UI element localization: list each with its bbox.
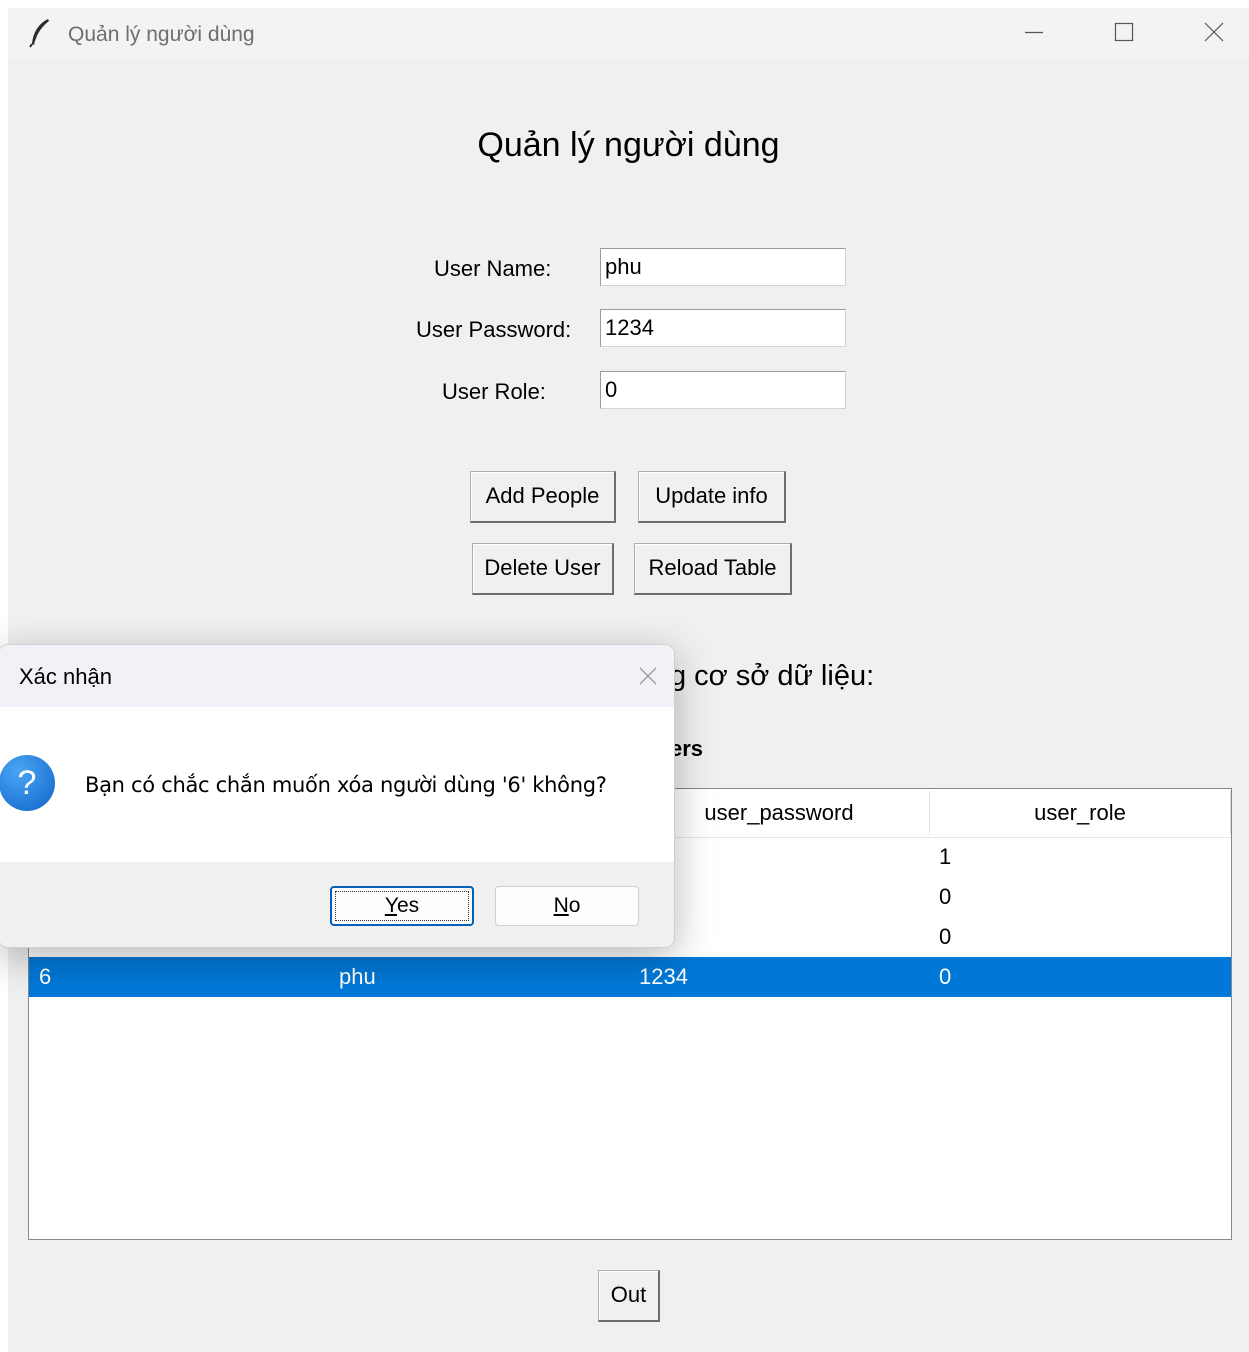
dialog-footer: Yes No xyxy=(0,862,674,947)
delete-user-button[interactable]: Delete User xyxy=(472,543,614,595)
no-mnemonic: N xyxy=(553,894,569,917)
column-divider[interactable] xyxy=(1230,791,1231,835)
no-button[interactable]: No xyxy=(495,886,639,926)
question-icon: ? xyxy=(0,755,55,811)
dialog-title: Xác nhận xyxy=(19,664,112,689)
user-name-input[interactable]: phu xyxy=(600,248,846,286)
user-name-label: User Name: xyxy=(434,256,552,281)
cell-name: phu xyxy=(339,964,376,989)
feather-icon xyxy=(29,19,49,48)
update-info-button[interactable]: Update info xyxy=(638,471,786,523)
user-role-input[interactable]: 0 xyxy=(600,371,846,409)
out-button[interactable]: Out xyxy=(598,1270,660,1322)
user-password-label: User Password: xyxy=(416,317,572,342)
window-title: Quản lý người dùng xyxy=(68,23,255,46)
page-title: Quản lý người dùng xyxy=(477,126,780,164)
close-window-button[interactable] xyxy=(1192,13,1236,51)
table-section-heading: g cơ sở dữ liệu: xyxy=(670,660,875,692)
cell-role: 1 xyxy=(939,844,952,869)
column-header-user-role[interactable]: user_role xyxy=(930,789,1230,837)
minimize-button[interactable] xyxy=(1012,13,1056,51)
maximize-button[interactable] xyxy=(1102,13,1146,51)
cell-role: 0 xyxy=(939,884,952,909)
user-password-input[interactable]: 1234 xyxy=(600,309,846,347)
cell-role: 0 xyxy=(939,924,952,949)
dialog-message: Bạn có chắc chắn muốn xóa người dùng '6'… xyxy=(85,773,607,797)
dialog-title-bar: Xác nhận xyxy=(0,645,674,707)
table-row-selected[interactable]: 6 phu 1234 0 xyxy=(29,957,1231,997)
cell-role: 0 xyxy=(939,964,952,989)
minimize-icon xyxy=(1025,31,1043,34)
confirm-dialog: Xác nhận ? Bạn có chắc chắn muốn xóa ngư… xyxy=(0,644,675,948)
main-window: Quản lý người dùng Quản lý người dùng Us… xyxy=(0,8,1249,1352)
yes-button[interactable]: Yes xyxy=(330,886,474,926)
user-role-label: User Role: xyxy=(442,379,546,404)
cell-password: 1234 xyxy=(639,964,688,989)
add-people-button[interactable]: Add People xyxy=(470,471,616,523)
close-icon xyxy=(639,667,657,685)
cell-id: 6 xyxy=(39,964,52,989)
reload-table-button[interactable]: Reload Table xyxy=(634,543,792,595)
dialog-close-button[interactable] xyxy=(622,657,674,695)
maximize-icon xyxy=(1114,22,1134,42)
focus-rectangle xyxy=(335,891,469,921)
no-label-rest: o xyxy=(568,894,581,917)
close-icon xyxy=(1204,22,1224,42)
title-bar: Quản lý người dùng xyxy=(8,8,1249,58)
